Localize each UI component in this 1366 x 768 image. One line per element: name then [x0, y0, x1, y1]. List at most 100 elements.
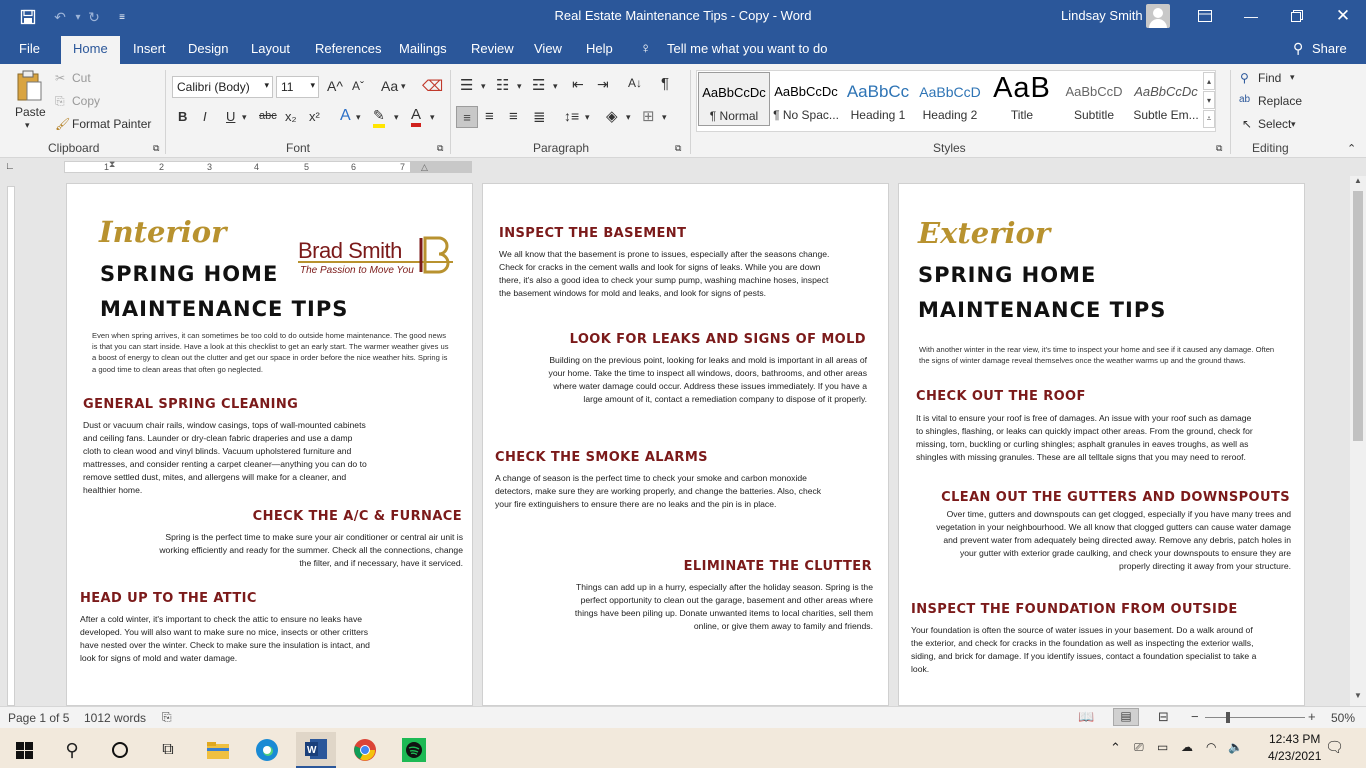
- vertical-ruler[interactable]: [0, 176, 20, 706]
- page-count[interactable]: Page 1 of 5: [8, 711, 69, 725]
- undo-icon[interactable]: ↶: [50, 7, 70, 27]
- tab-design[interactable]: Design: [188, 41, 228, 56]
- battery-icon[interactable]: ▭: [1157, 740, 1168, 754]
- bold-button[interactable]: B: [178, 109, 187, 124]
- styles-more-icon[interactable]: ⩡: [1203, 110, 1215, 128]
- chevron-down-icon[interactable]: ▾: [242, 112, 247, 123]
- cut-button[interactable]: Cut: [72, 71, 91, 85]
- sort-icon[interactable]: A↓: [628, 76, 642, 90]
- chevron-down-icon[interactable]: ▾: [1291, 119, 1296, 130]
- windows-start-icon[interactable]: [4, 732, 44, 768]
- chevron-down-icon[interactable]: ▾: [481, 81, 486, 92]
- change-case-icon[interactable]: Aa: [381, 78, 398, 94]
- vertical-scrollbar[interactable]: ▲ ▼: [1350, 176, 1366, 706]
- clipboard-launcher-icon[interactable]: ⧉: [153, 143, 159, 154]
- collapse-ribbon-icon[interactable]: ⌃: [1347, 142, 1356, 155]
- superscript-button[interactable]: x²: [309, 109, 320, 124]
- style-heading-2[interactable]: AaBbCcD Heading 2: [914, 72, 986, 126]
- replace-button[interactable]: Replace: [1258, 94, 1302, 108]
- minimize-icon[interactable]: —: [1228, 0, 1274, 32]
- tab-help[interactable]: Help: [586, 41, 613, 56]
- tell-me-search[interactable]: Tell me what you want to do: [667, 41, 827, 56]
- line-spacing-icon[interactable]: ↕≡: [564, 108, 579, 124]
- restore-icon[interactable]: [1274, 0, 1320, 32]
- user-name[interactable]: Lindsay Smith: [1061, 8, 1143, 23]
- network-icon[interactable]: ☁: [1181, 740, 1193, 754]
- spotify-icon[interactable]: [394, 732, 434, 768]
- find-button[interactable]: Find: [1258, 71, 1281, 85]
- paragraph-launcher-icon[interactable]: ⧉: [675, 143, 681, 154]
- decrease-indent-icon[interactable]: ⇤: [572, 76, 584, 93]
- shrink-font-icon[interactable]: Aˇ: [352, 79, 364, 93]
- scroll-down-icon[interactable]: ▼: [1354, 691, 1362, 700]
- chrome-icon[interactable]: [345, 732, 385, 768]
- styles-launcher-icon[interactable]: ⧉: [1216, 143, 1222, 154]
- page-1[interactable]: Interior SPRING HOME MAINTENANCE TIPS Br…: [66, 183, 473, 706]
- clear-formatting-icon[interactable]: ⌫: [422, 77, 443, 95]
- style-heading-1[interactable]: AaBbCc Heading 1: [842, 72, 914, 126]
- share-button[interactable]: Share: [1312, 41, 1347, 56]
- tab-mailings[interactable]: Mailings: [399, 41, 447, 56]
- tab-review[interactable]: Review: [471, 41, 514, 56]
- right-indent-marker-icon[interactable]: △: [421, 162, 428, 173]
- styles-scroll-down-icon[interactable]: ▾: [1203, 91, 1215, 109]
- chevron-down-icon[interactable]: ▾: [430, 112, 435, 123]
- cortana-icon[interactable]: [100, 732, 140, 768]
- person-icon[interactable]: ⚲: [1293, 40, 1303, 57]
- increase-indent-icon[interactable]: ⇥: [597, 76, 609, 93]
- edge-icon[interactable]: [247, 732, 287, 768]
- chevron-down-icon[interactable]: ▾: [401, 81, 406, 92]
- lightbulb-icon[interactable]: ♀: [640, 40, 651, 57]
- shading-icon[interactable]: ◈: [606, 107, 618, 125]
- zoom-slider-thumb[interactable]: [1226, 712, 1230, 723]
- ribbon-display-icon[interactable]: [1182, 0, 1228, 32]
- close-icon[interactable]: ✕: [1320, 0, 1366, 32]
- print-layout-icon[interactable]: ▤: [1113, 708, 1139, 726]
- zoom-slider[interactable]: [1205, 717, 1305, 718]
- zoom-level[interactable]: 50%: [1331, 711, 1355, 725]
- tab-selector-icon[interactable]: ∟: [5, 161, 15, 172]
- style-no-spacing[interactable]: AaBbCcDc ¶ No Spac...: [770, 72, 842, 126]
- meet-now-icon[interactable]: ⎚: [1134, 740, 1144, 755]
- font-size-dropdown[interactable]: 11 ▾: [276, 76, 319, 98]
- word-taskbar-icon[interactable]: W: [296, 732, 336, 768]
- font-name-dropdown[interactable]: Calibri (Body) ▾: [172, 76, 273, 98]
- chevron-down-icon[interactable]: ▾: [517, 81, 522, 92]
- customize-toolbar-icon[interactable]: ≡: [112, 7, 132, 27]
- file-explorer-icon[interactable]: [198, 732, 238, 768]
- style-subtitle[interactable]: AaBbCcD Subtitle: [1058, 72, 1130, 126]
- page-2[interactable]: INSPECT THE BASEMENT We all know that th…: [482, 183, 889, 706]
- word-count[interactable]: 1012 words: [84, 711, 146, 725]
- indent-marker-icon[interactable]: ⧗: [109, 159, 115, 170]
- bullets-icon[interactable]: ☰: [460, 76, 473, 94]
- style-subtle-emphasis[interactable]: AaBbCcDc Subtle Em...: [1130, 72, 1202, 126]
- tray-chevron-icon[interactable]: ⌃: [1110, 740, 1121, 756]
- page-3[interactable]: Exterior SPRING HOME MAINTENANCE TIPS Wi…: [898, 183, 1305, 706]
- copy-button[interactable]: Copy: [72, 94, 100, 108]
- save-icon[interactable]: [18, 7, 38, 27]
- highlight-icon[interactable]: ✎: [373, 107, 385, 128]
- select-button[interactable]: Select: [1258, 117, 1291, 131]
- search-icon[interactable]: ⚲: [52, 732, 92, 768]
- horizontal-ruler[interactable]: ∟ 1234567 ⧗ △: [0, 158, 1366, 176]
- chevron-down-icon[interactable]: ▾: [394, 112, 399, 123]
- tab-view[interactable]: View: [534, 41, 562, 56]
- format-painter-button[interactable]: Format Painter: [72, 117, 151, 131]
- notifications-icon[interactable]: 🗨: [1325, 738, 1344, 756]
- paste-button[interactable]: Paste: [15, 105, 46, 119]
- subscript-button[interactable]: x₂: [285, 109, 297, 124]
- system-clock[interactable]: 12:43 PM 4/23/2021: [1268, 731, 1321, 765]
- chevron-down-icon[interactable]: ▾: [553, 81, 558, 92]
- chevron-down-icon[interactable]: ▾: [626, 112, 631, 123]
- zoom-out-icon[interactable]: −: [1191, 709, 1199, 724]
- style-title[interactable]: AaB Title: [986, 72, 1058, 126]
- task-view-icon[interactable]: ⧉: [148, 732, 188, 768]
- scroll-up-icon[interactable]: ▲: [1354, 176, 1362, 185]
- strikethrough-button[interactable]: abc: [259, 110, 277, 122]
- chevron-down-icon[interactable]: ▾: [662, 112, 667, 123]
- volume-icon[interactable]: 🔈: [1228, 740, 1243, 754]
- multilevel-list-icon[interactable]: ☲: [532, 76, 545, 94]
- text-effects-icon[interactable]: A: [340, 107, 351, 125]
- font-color-icon[interactable]: A: [411, 106, 422, 127]
- tab-home[interactable]: Home: [61, 36, 120, 64]
